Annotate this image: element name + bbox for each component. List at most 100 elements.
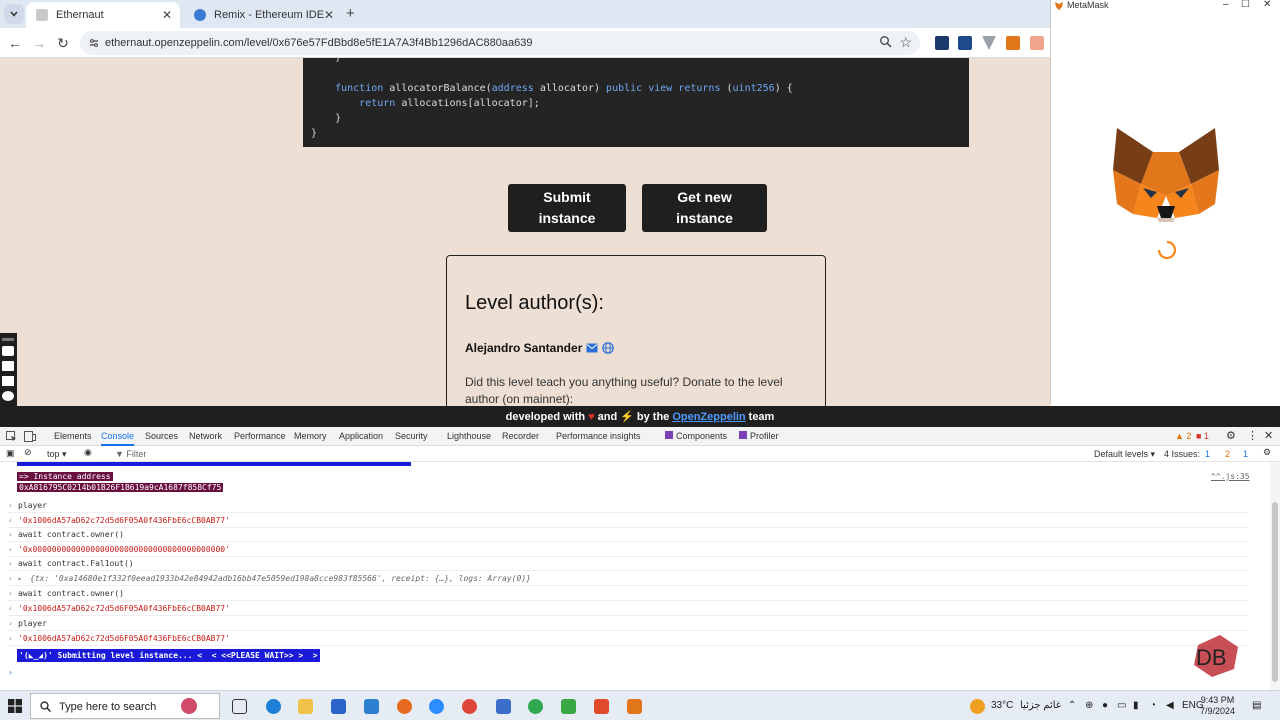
device-toolbar-icon[interactable] [24, 431, 36, 442]
extension-icon[interactable] [935, 36, 949, 50]
tray-chevron-icon[interactable]: ⌃ [1068, 700, 1076, 711]
gear-icon[interactable]: ⚙ [1263, 447, 1271, 458]
app-icon[interactable] [594, 699, 609, 714]
site-info-icon[interactable] [88, 37, 100, 49]
devtools-tab-network[interactable]: Network [189, 431, 222, 441]
window-icon[interactable] [2, 376, 14, 386]
console-object-row[interactable]: ‹ ▸ {tx: '0xa14680e1f332f0eead1933b42e849… [8, 571, 1248, 586]
console-prompt[interactable]: › [8, 668, 13, 677]
gear-icon[interactable] [2, 391, 14, 401]
tab-title: Ethernaut [56, 9, 104, 21]
devtools-tab-profiler[interactable]: Profiler [739, 431, 779, 441]
tab-search-button[interactable] [4, 4, 24, 24]
mail-icon[interactable] [364, 699, 379, 714]
devtools-tab-console[interactable]: Console [101, 431, 135, 446]
email-icon[interactable] [586, 343, 598, 353]
devtools-tab-performance-insights[interactable]: Performance insights [556, 431, 641, 441]
sidebar-toggle-icon[interactable]: ▣ [6, 448, 15, 459]
devtools-tab-memory[interactable]: Memory [294, 431, 327, 441]
metamask-extension-icon[interactable] [1006, 36, 1020, 50]
devtools-tab-sources[interactable]: Sources [145, 431, 178, 441]
gear-icon[interactable]: ⚙ [1226, 429, 1236, 442]
system-clock[interactable]: 9:43 PM 7/9/2024 [1200, 695, 1235, 717]
close-icon[interactable]: ✕ [324, 8, 334, 22]
scrollbar-thumb[interactable] [1272, 502, 1278, 682]
zoom-app-icon[interactable] [429, 699, 444, 714]
filter-input[interactable]: ▼ Filter [115, 449, 146, 459]
firefox-icon[interactable] [397, 699, 412, 714]
weather-condition-text[interactable]: غائم جزئيا [1020, 700, 1061, 711]
wifi-icon[interactable]: ◔ [1150, 700, 1156, 711]
camtasia-icon[interactable] [561, 699, 576, 714]
maximize-icon[interactable]: ☐ [1241, 0, 1250, 10]
file-explorer-icon[interactable] [298, 699, 313, 714]
more-menu-icon[interactable]: ⋮ [1247, 429, 1258, 442]
battery-icon[interactable]: ▮ [1133, 700, 1139, 711]
new-tab-button[interactable]: + [346, 5, 355, 22]
pencil-icon[interactable] [2, 338, 14, 341]
tab-ethernaut[interactable]: Ethernaut ✕ [26, 2, 180, 28]
video-icon[interactable] [2, 361, 14, 371]
issues-label[interactable]: 4 Issues: [1164, 449, 1200, 459]
temperature-text[interactable]: 33°C [991, 700, 1013, 711]
warning-count[interactable]: ▲ 2 [1175, 431, 1191, 441]
bookmark-star-icon[interactable]: ☆ [899, 34, 912, 51]
edge-browser-icon[interactable] [266, 699, 281, 714]
weather-icon[interactable] [970, 699, 985, 714]
extension-icon[interactable] [958, 36, 972, 50]
devtools-tab-elements[interactable]: Elements [54, 431, 92, 441]
error-count[interactable]: ■ 1 [1196, 431, 1209, 441]
microphone-icon[interactable]: ● [1102, 700, 1108, 711]
devtools-tab-application[interactable]: Application [339, 431, 383, 441]
openzeppelin-link[interactable]: OpenZeppelin [672, 411, 745, 423]
website-globe-icon[interactable] [602, 342, 615, 354]
minimize-icon[interactable]: – [1223, 0, 1229, 10]
task-view-icon[interactable] [232, 699, 247, 714]
network-icon[interactable]: ⊕ [1085, 700, 1093, 711]
metamask-taskbar-icon[interactable] [627, 699, 642, 714]
get-new-instance-button[interactable]: Get new instance [642, 184, 767, 232]
devtools-tab-performance[interactable]: Performance [234, 431, 286, 441]
submit-instance-button[interactable]: Submit instance [508, 184, 626, 232]
devtools-tab-security[interactable]: Security [395, 431, 428, 441]
notifications-icon[interactable]: ▤ [1252, 700, 1261, 711]
store-icon[interactable] [331, 699, 346, 714]
lightning-icon: ⚡ [620, 411, 634, 423]
issues-count[interactable]: 2 [1225, 449, 1230, 459]
context-select[interactable]: top ▾ [47, 449, 67, 460]
console-log: => Instance address 0xA816795C0214b01B26… [0, 462, 1270, 690]
chrome-icon[interactable] [462, 699, 477, 714]
chrome-profile-icon[interactable] [528, 699, 543, 714]
devtools-tab-lighthouse[interactable]: Lighthouse [447, 431, 491, 441]
issues-count[interactable]: 1 [1205, 449, 1210, 459]
display-icon[interactable]: ▭ [1117, 700, 1126, 711]
console-scrollbar[interactable] [1270, 462, 1280, 690]
taskbar-search-box[interactable]: Type here to search [30, 693, 220, 719]
devtools-tab-recorder[interactable]: Recorder [502, 431, 539, 441]
close-icon[interactable]: ✕ [1264, 429, 1273, 442]
close-icon[interactable]: ✕ [1263, 0, 1271, 10]
devtools-tab-components[interactable]: Components [665, 431, 727, 441]
zoom-icon[interactable] [879, 35, 892, 48]
forward-button[interactable]: → [30, 34, 48, 52]
windows-start-icon[interactable] [8, 699, 22, 713]
camera-icon[interactable] [2, 346, 14, 356]
instance-address-banner: => Instance address [17, 472, 113, 481]
log-levels-select[interactable]: Default levels ▾ [1094, 449, 1155, 460]
source-link[interactable]: ^^.js:35 [1211, 472, 1250, 481]
tab-remix[interactable]: Remix - Ethereum IDE ✕ [184, 2, 342, 28]
eye-icon[interactable]: ◉ [84, 447, 92, 458]
inspect-element-icon[interactable] [6, 431, 17, 442]
volume-icon[interactable]: ◀ [1166, 700, 1174, 711]
extension-icon[interactable] [982, 36, 996, 50]
app-icon[interactable] [496, 699, 511, 714]
reload-button[interactable]: ↻ [54, 34, 72, 52]
clear-console-icon[interactable]: ⊘ [24, 447, 32, 458]
issues-count[interactable]: 1 [1243, 449, 1248, 459]
page-footer: developed with ♥ and ⚡ by the OpenZeppel… [0, 406, 1280, 427]
author-name: Alejandro Santander [465, 341, 583, 355]
close-icon[interactable]: ✕ [162, 8, 172, 22]
back-button[interactable]: ← [6, 34, 24, 52]
omnibox[interactable]: ethernaut.openzeppelin.com/level/0x676e5… [80, 31, 920, 55]
extension-icon[interactable] [1030, 36, 1044, 50]
